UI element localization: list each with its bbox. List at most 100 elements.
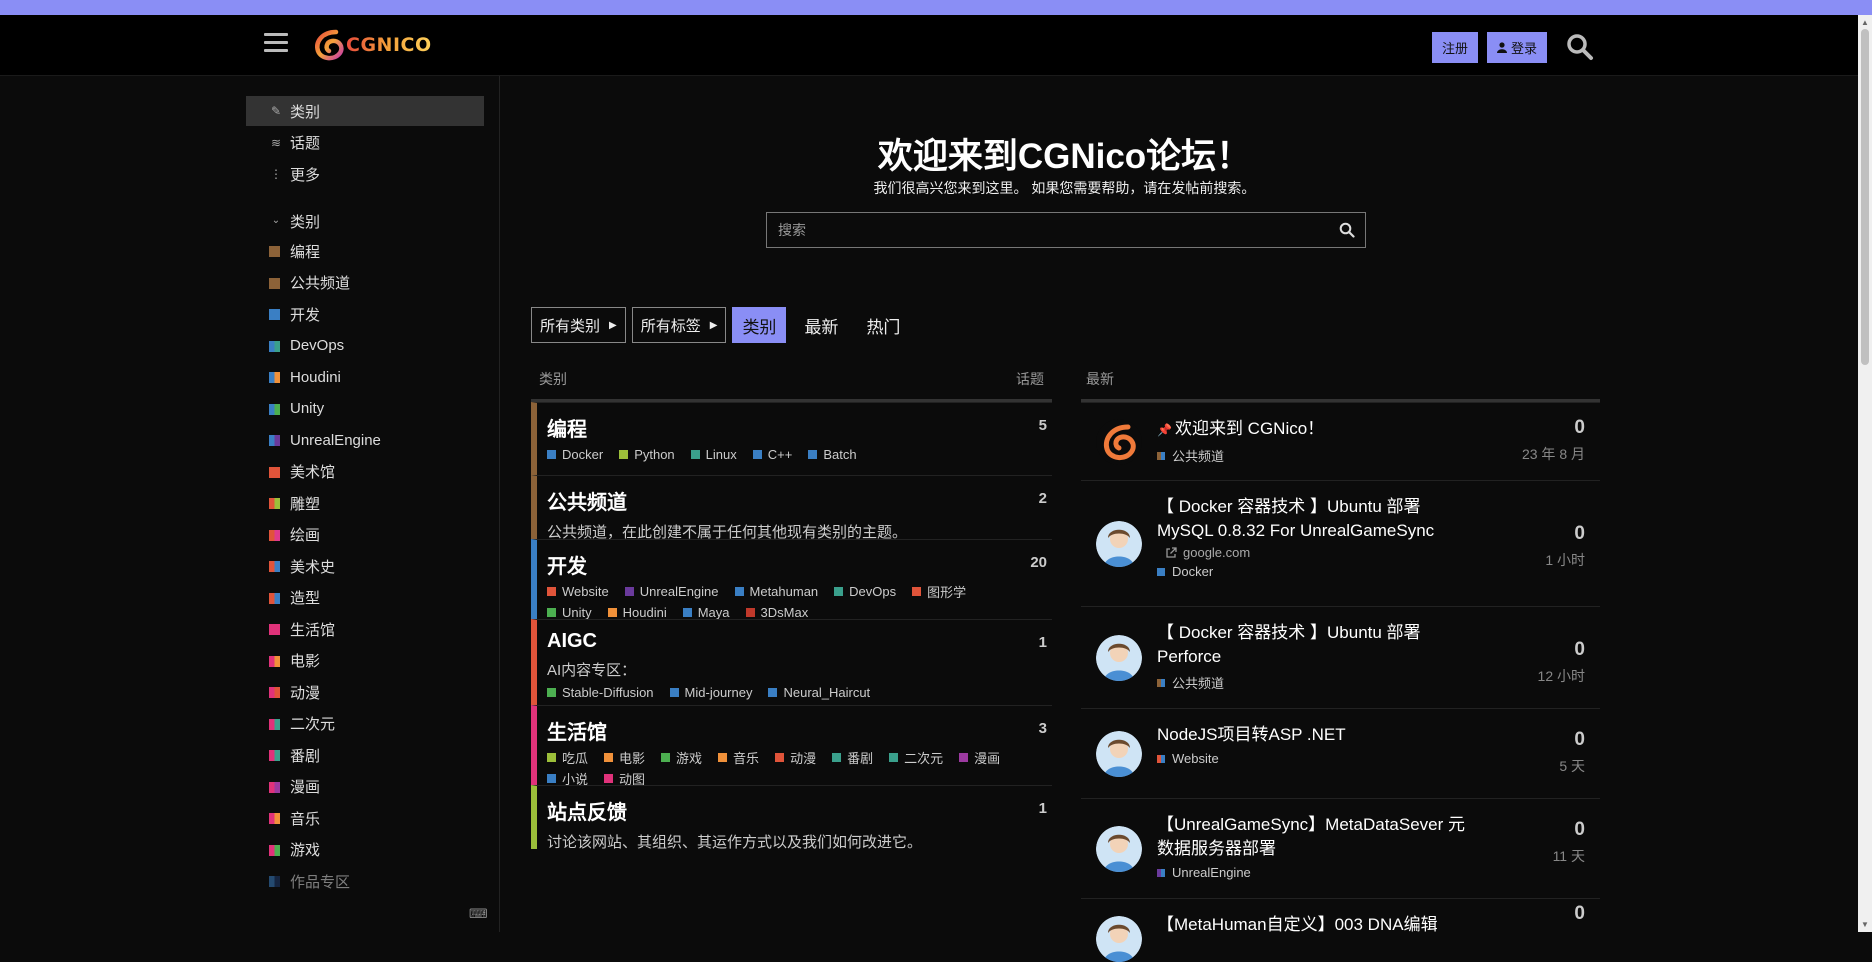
category-name[interactable]: AIGC (547, 630, 1052, 653)
subcategory-link[interactable]: Maya (682, 604, 730, 620)
category-row[interactable]: 生活馆 3 吃瓜 电影 游戏 音乐 动漫 番剧 二次元 漫画 小说 动图 (531, 705, 1052, 787)
category-row[interactable]: AIGC 1 AI内容专区： Stable-Diffusion Mid-journey N… (531, 619, 1052, 705)
latest-topic-row[interactable]: 【UnrealGameSync】MetaDataSever 元数据服务器部署 Un… (1081, 798, 1600, 898)
topic-title[interactable]: 【 Docker 容器技术 】Ubuntu 部署 Perforce (1157, 621, 1477, 669)
sidebar-category-item[interactable]: 公共频道 (246, 268, 484, 298)
sidebar-category-item[interactable]: 美术馆 (246, 457, 484, 487)
category-name[interactable]: 开发 (547, 550, 1052, 579)
scrollbar-thumb[interactable] (1861, 29, 1869, 365)
sidebar-category-item[interactable]: DevOps (246, 331, 484, 361)
subcategory-link[interactable]: 二次元 (889, 749, 943, 766)
page-scrollbar[interactable]: ▲ ▼ (1858, 15, 1872, 932)
category-name[interactable]: 站点反馈 (547, 796, 1052, 825)
topic-category[interactable]: UnrealEngine (1157, 865, 1600, 880)
search-icon[interactable] (1339, 222, 1355, 238)
sidebar-category-item[interactable]: 动漫 (246, 677, 484, 707)
sidebar-nav-0[interactable]: ✎ 类别 (246, 96, 484, 126)
sidebar-category-item[interactable]: 雕塑 (246, 488, 484, 518)
avatar[interactable] (1096, 731, 1142, 777)
category-row[interactable]: 开发 20 Website UnrealEngine Metahuman DevOps 图形… (531, 539, 1052, 620)
subcategory-link[interactable]: Unity (547, 604, 592, 620)
subcategory-link[interactable]: 动图 (604, 770, 645, 787)
topic-title[interactable]: NodeJS项目转ASP .NET (1157, 723, 1477, 747)
latest-topic-row[interactable]: 【 Docker 容器技术 】Ubuntu 部署 MySQL 0.8.32 Fo… (1081, 480, 1600, 606)
subcategory-link[interactable]: 电影 (604, 749, 645, 766)
subcategory-link[interactable]: Website (547, 583, 609, 599)
subcategory-link[interactable]: Docker (547, 446, 603, 462)
hamburger-menu-icon[interactable] (264, 33, 288, 55)
subcategory-link[interactable]: Batch (808, 446, 857, 462)
topic-title[interactable]: 📌 欢迎来到 CGNico！ (1157, 417, 1477, 442)
topic-activity-time[interactable]: 5 天 (1559, 756, 1585, 776)
subcategory-link[interactable]: 漫画 (959, 749, 1000, 766)
avatar[interactable] (1096, 521, 1142, 567)
topic-activity-time[interactable]: 12 小时 (1538, 666, 1585, 686)
subcategory-link[interactable]: 图形学 (912, 583, 966, 600)
sidebar-category-item[interactable]: 音乐 (246, 803, 484, 833)
latest-topic-row[interactable]: 📌 欢迎来到 CGNico！ 公共频道 0 23 年 8 月 (1081, 402, 1600, 480)
sidebar-category-item[interactable]: 番剧 (246, 740, 484, 770)
sidebar-category-item[interactable]: 电影 (246, 646, 484, 676)
category-name[interactable]: 公共频道 (547, 486, 1052, 515)
subcategory-link[interactable]: Stable-Diffusion (547, 684, 654, 700)
scroll-down-arrow-icon[interactable]: ▼ (1861, 920, 1869, 929)
category-row[interactable]: 编程 5 Docker Python Linux C++ Batch (531, 402, 1052, 475)
subcategory-link[interactable]: 3DsMax (745, 604, 808, 620)
tab-categories[interactable]: 类别 (732, 307, 787, 343)
search-input[interactable]: 搜索 (766, 212, 1366, 248)
sidebar-nav-2[interactable]: ⋮ 更多 (246, 159, 484, 189)
category-row[interactable]: 站点反馈 1 讨论该网站、其组织、其运作方式以及我们如何改进它。 (531, 785, 1052, 851)
topic-activity-time[interactable]: 23 年 8 月 (1522, 444, 1585, 464)
subcategory-link[interactable]: Metahuman (734, 583, 818, 599)
sidebar-category-item[interactable]: 作品专区 (246, 866, 484, 896)
sidebar-category-item[interactable]: 绘画 (246, 520, 484, 550)
topic-activity-time[interactable]: 1 小时 (1545, 550, 1585, 570)
subcategory-link[interactable]: UnrealEngine (624, 583, 719, 599)
sidebar-category-item[interactable]: Houdini (246, 362, 484, 392)
subcategory-link[interactable]: 番剧 (832, 749, 873, 766)
scroll-up-arrow-icon[interactable]: ▲ (1861, 18, 1869, 27)
topic-category[interactable]: Docker (1157, 564, 1600, 579)
topic-title[interactable]: 【 Docker 容器技术 】Ubuntu 部署 MySQL 0.8.32 Fo… (1157, 495, 1477, 543)
topic-title[interactable]: 【MetaHuman自定义】003 DNA编辑 (1157, 913, 1477, 937)
topic-activity-time[interactable]: 11 天 (1553, 846, 1585, 866)
category-name[interactable]: 编程 (547, 413, 1052, 442)
subcategory-link[interactable]: Linux (690, 446, 737, 462)
topic-external-link[interactable]: google.com (1157, 545, 1600, 560)
subcategory-link[interactable]: Python (619, 446, 675, 462)
sidebar-category-item[interactable]: 造型 (246, 583, 484, 613)
site-logo[interactable]: CGNICO (312, 27, 432, 63)
latest-topic-row[interactable]: 【 Docker 容器技术 】Ubuntu 部署 Perforce 公共频道 0 12… (1081, 606, 1600, 708)
latest-topic-row[interactable]: 【MetaHuman自定义】003 DNA编辑 0 (1081, 898, 1600, 962)
sidebar-category-item[interactable]: 漫画 (246, 772, 484, 802)
topic-title[interactable]: 【UnrealGameSync】MetaDataSever 元数据服务器部署 (1157, 813, 1477, 861)
subcategory-link[interactable]: 吃瓜 (547, 749, 588, 766)
category-name[interactable]: 生活馆 (547, 716, 1052, 745)
category-row[interactable]: 公共频道 2 公共频道，在此创建不属于任何其他现有类别的主题。 (531, 475, 1052, 541)
sidebar-category-item[interactable]: 美术史 (246, 551, 484, 581)
tab-top[interactable]: 热门 (856, 307, 910, 343)
login-button[interactable]: 登录 (1487, 32, 1548, 63)
sidebar-category-item[interactable]: Unity (246, 394, 484, 424)
subcategory-link[interactable]: Neural_Haircut (768, 684, 870, 700)
sidebar-category-item[interactable]: 生活馆 (246, 614, 484, 644)
subcategory-link[interactable]: Houdini (607, 604, 667, 620)
avatar[interactable] (1096, 419, 1142, 465)
tab-latest[interactable]: 最新 (794, 307, 848, 343)
sidebar-category-item[interactable]: 游戏 (246, 835, 484, 865)
all-categories-dropdown[interactable]: 所有类别 ▶ (531, 307, 626, 343)
subcategory-link[interactable]: 动漫 (775, 749, 816, 766)
sidebar-category-item[interactable]: 编程 (246, 236, 484, 266)
avatar[interactable] (1096, 826, 1142, 872)
subcategory-link[interactable]: 音乐 (718, 749, 759, 766)
sidebar-nav-1[interactable]: ≋ 话题 (246, 128, 484, 158)
subcategory-link[interactable]: 游戏 (661, 749, 702, 766)
topic-category[interactable]: Website (1157, 751, 1600, 766)
subcategory-link[interactable]: Mid-journey (669, 684, 752, 700)
all-tags-dropdown[interactable]: 所有标签 ▶ (631, 307, 727, 343)
register-button[interactable]: 注册 (1432, 32, 1479, 63)
subcategory-link[interactable]: DevOps (834, 583, 896, 599)
subcategory-link[interactable]: C++ (752, 446, 792, 462)
sidebar-category-item[interactable]: 二次元 (246, 709, 484, 739)
avatar[interactable] (1096, 635, 1142, 681)
